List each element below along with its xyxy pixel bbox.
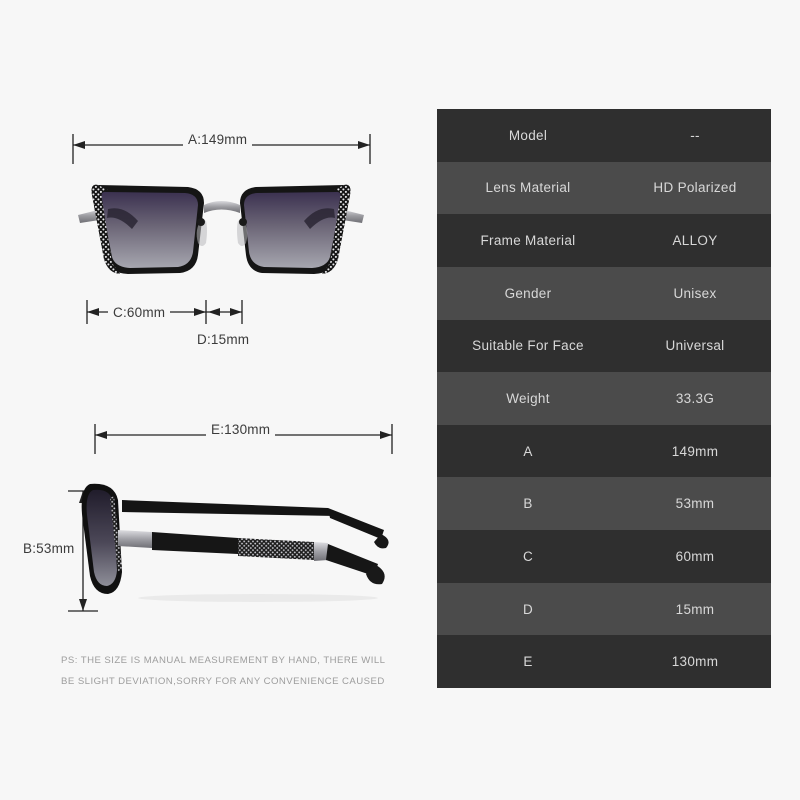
dimension-label-c: C:60mm bbox=[108, 305, 171, 320]
dimension-label-b: B:53mm bbox=[18, 541, 80, 556]
dimension-label-e: E:130mm bbox=[206, 422, 276, 437]
table-row: Suitable For Face Universal bbox=[437, 319, 771, 373]
sunglasses-front-view bbox=[78, 184, 364, 274]
table-row: Frame Material ALLOY bbox=[437, 214, 771, 267]
dimension-label-a: A:149mm bbox=[183, 132, 253, 147]
spec-key: Lens Material bbox=[485, 180, 571, 196]
spec-key: Gender bbox=[504, 285, 552, 301]
spec-key: C bbox=[522, 548, 534, 564]
spec-value: Unisex bbox=[673, 285, 717, 301]
spec-value: 60mm bbox=[675, 548, 715, 564]
spec-value: 15mm bbox=[675, 601, 715, 617]
spec-value: 33.3G bbox=[675, 391, 715, 407]
table-row: D 15mm bbox=[437, 582, 771, 636]
spec-value: 149mm bbox=[671, 443, 719, 459]
table-row: Lens Material HD Polarized bbox=[437, 161, 771, 215]
spec-key: Suitable For Face bbox=[472, 338, 584, 354]
spec-key: E bbox=[523, 654, 533, 670]
table-row: C 60mm bbox=[437, 530, 771, 583]
table-row: Model -- bbox=[437, 109, 771, 162]
table-row: Weight 33.3G bbox=[437, 372, 771, 425]
table-row: E 130mm bbox=[437, 635, 771, 689]
spec-value: 130mm bbox=[671, 654, 719, 670]
table-row: A 149mm bbox=[437, 424, 771, 478]
spec-value: Universal bbox=[665, 338, 725, 354]
spec-value: 53mm bbox=[675, 496, 715, 512]
specification-table: Model -- Lens Material HD Polarized Fram… bbox=[437, 109, 771, 689]
table-row: B 53mm bbox=[437, 477, 771, 531]
footnote-line-2: BE SLIGHT DEVIATION,SORRY FOR ANY CONVEN… bbox=[61, 676, 385, 687]
footnote-line-1: PS: THE SIZE IS MANUAL MEASUREMENT BY HA… bbox=[61, 655, 386, 666]
spec-key: B bbox=[523, 496, 533, 512]
spec-key: D bbox=[522, 601, 534, 617]
spec-value: ALLOY bbox=[672, 233, 718, 249]
sunglasses-side-view bbox=[81, 483, 389, 602]
spec-key: Model bbox=[508, 127, 548, 143]
spec-key: A bbox=[523, 443, 533, 459]
table-row: Gender Unisex bbox=[437, 266, 771, 320]
spec-value: -- bbox=[690, 127, 700, 143]
spec-key: Weight bbox=[506, 391, 550, 407]
spec-value: HD Polarized bbox=[653, 180, 737, 196]
spec-key: Frame Material bbox=[480, 233, 576, 249]
dimension-label-d: D:15mm bbox=[192, 332, 255, 347]
product-spec-page: A:149mm C:60mm D:15mm E:130mm B:53mm PS:… bbox=[0, 0, 800, 800]
